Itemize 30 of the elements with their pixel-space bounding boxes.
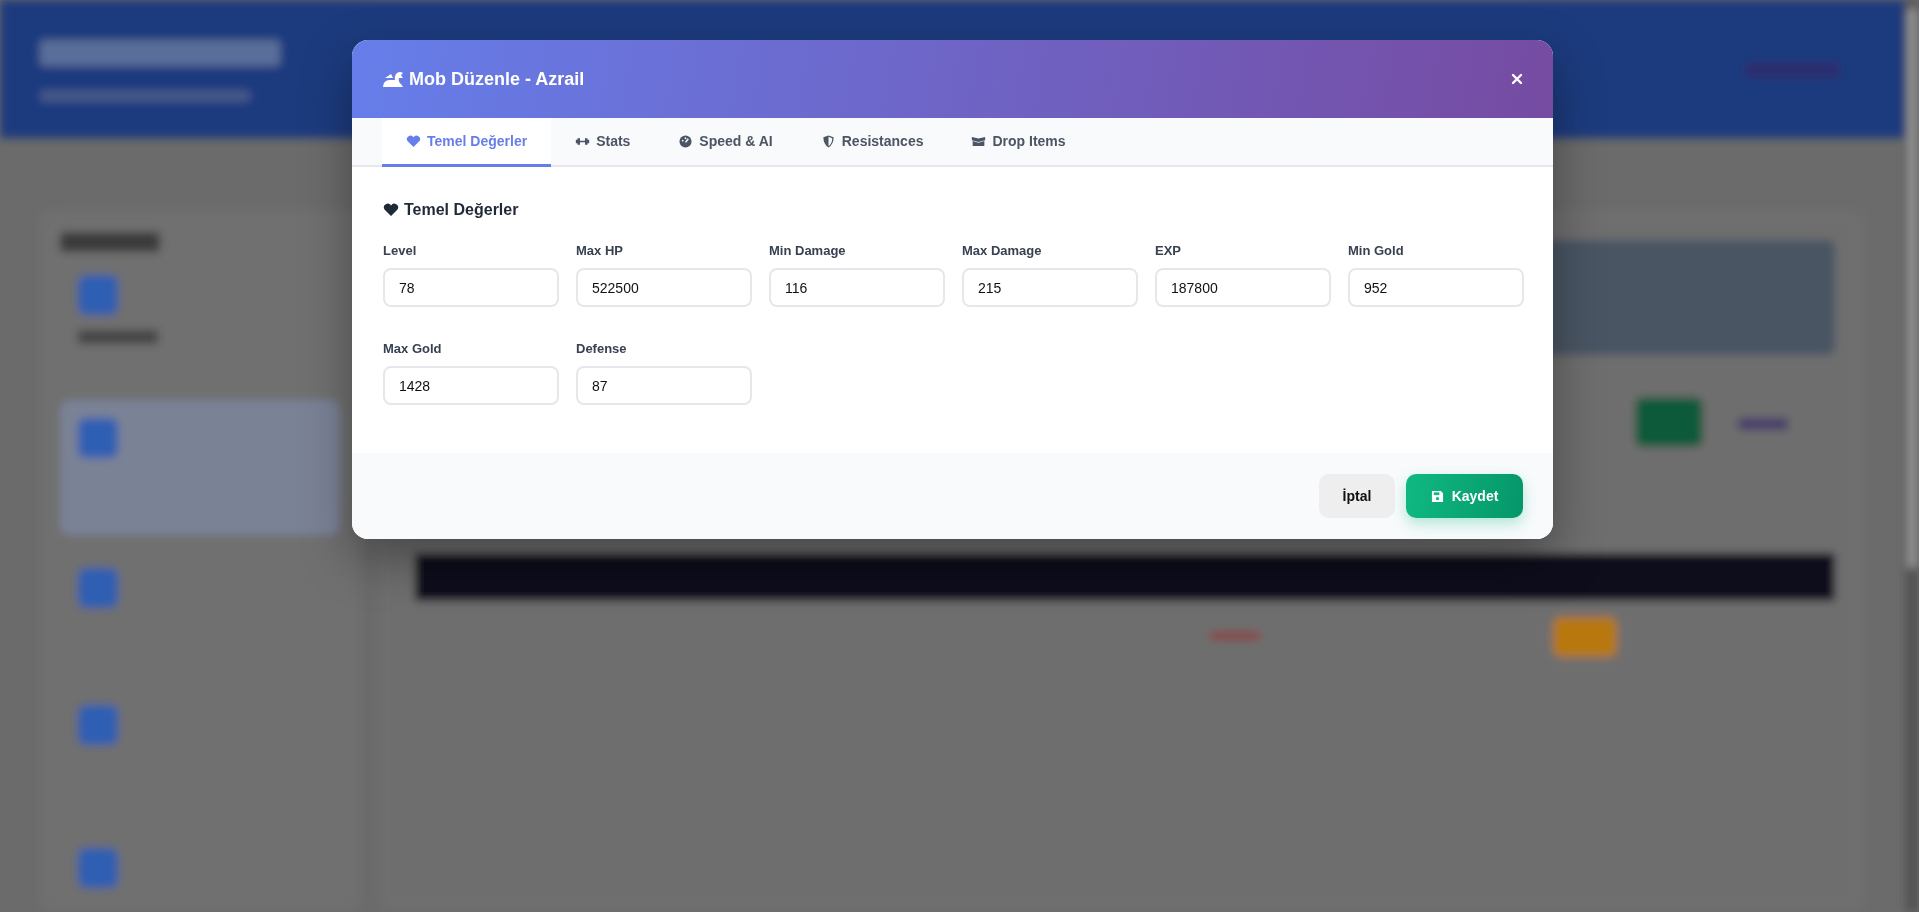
tab[interactable]: Stats xyxy=(551,118,655,167)
tab[interactable]: Drop Items xyxy=(947,118,1090,167)
input-field[interactable]: 522500 xyxy=(576,268,752,307)
dialog-title: Mob Düzenle - Azrail xyxy=(409,68,585,90)
field-label: Max Gold xyxy=(383,341,443,356)
field-label: Defense xyxy=(576,341,628,356)
input-field[interactable]: 116 xyxy=(769,268,945,307)
gauge-icon xyxy=(678,134,694,148)
cancel-button[interactable]: İptal xyxy=(1319,474,1395,518)
field-label: Level xyxy=(383,243,418,258)
close-icon[interactable] xyxy=(1511,73,1523,85)
input-field[interactable]: 1428 xyxy=(383,366,559,405)
field-label: Max HP xyxy=(576,243,624,258)
field-label: Min Gold xyxy=(1348,243,1405,258)
tab[interactable]: Speed & AI xyxy=(654,118,797,167)
tab[interactable]: Resistances xyxy=(796,118,948,167)
input-field[interactable]: 87 xyxy=(576,366,752,405)
input-field[interactable]: 215 xyxy=(962,268,1138,307)
field-label: Max Damage xyxy=(962,243,1043,258)
input-field[interactable]: 952 xyxy=(1348,268,1524,307)
heart-icon xyxy=(383,203,399,217)
heart-icon xyxy=(406,134,421,148)
shield-icon xyxy=(820,134,836,148)
field-label: Min Damage xyxy=(769,243,847,258)
section-title: Temel Değerler xyxy=(404,201,519,219)
input-field[interactable]: 78 xyxy=(383,268,559,307)
input-field[interactable]: 187800 xyxy=(1155,268,1331,307)
tab[interactable]: Temel Değerler xyxy=(382,118,552,167)
box-icon xyxy=(971,134,987,148)
field-label: EXP xyxy=(1155,243,1182,258)
